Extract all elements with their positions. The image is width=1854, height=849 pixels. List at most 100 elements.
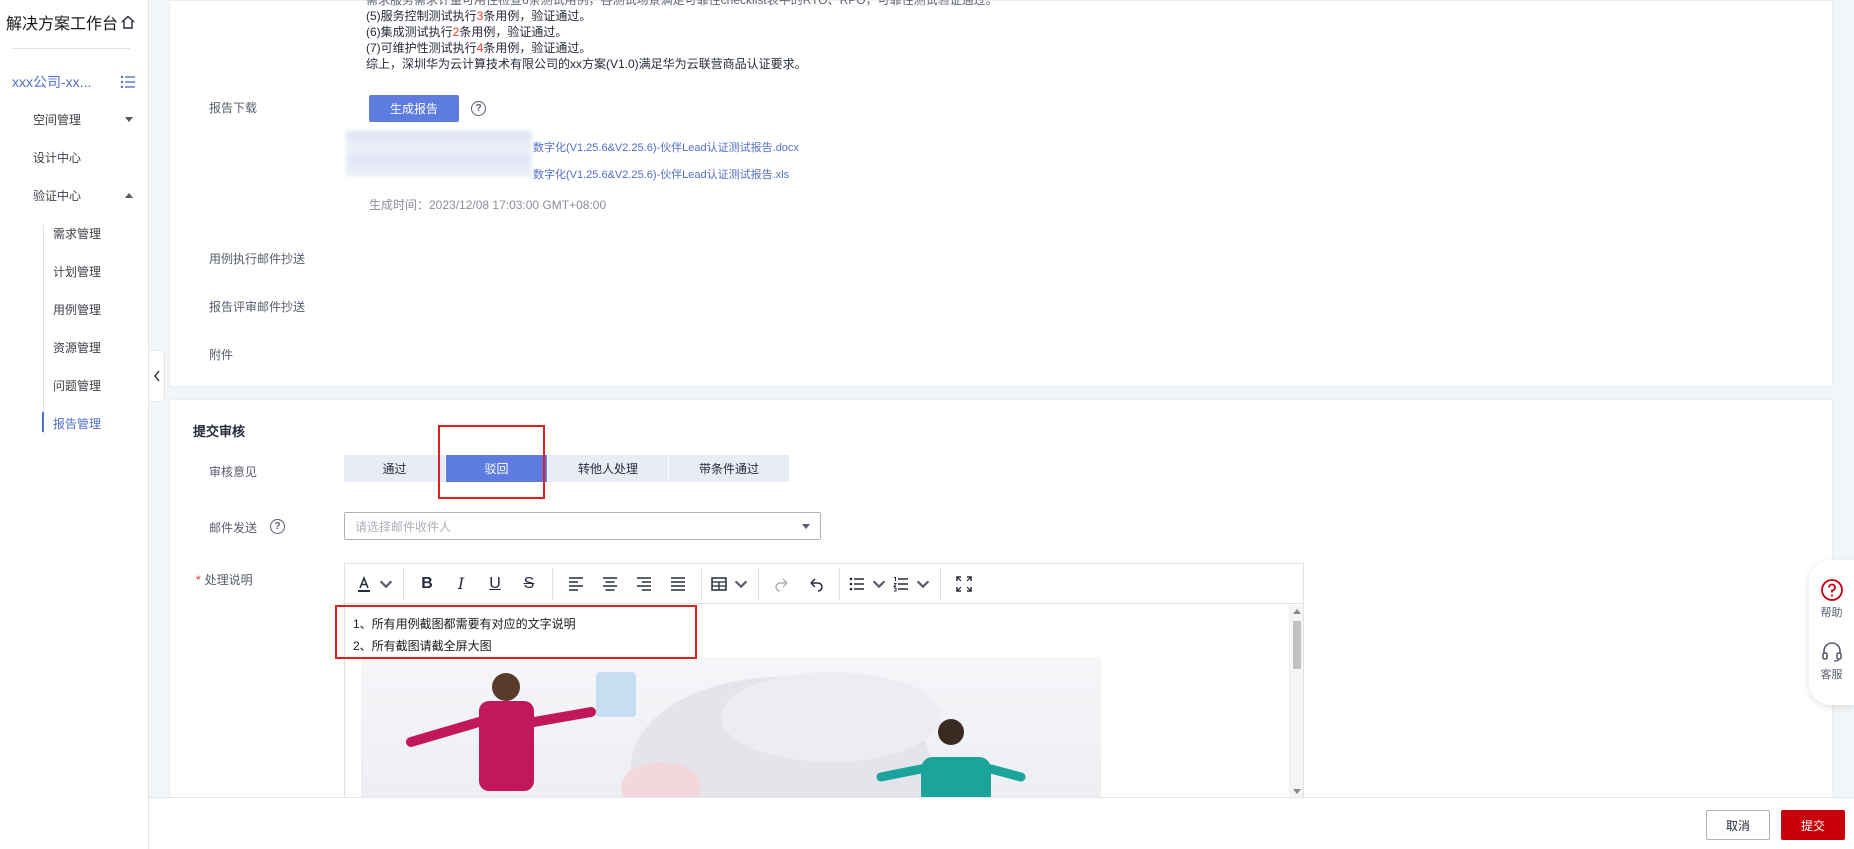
report-download-label: 报告下载: [209, 101, 258, 115]
chevron-down-icon: [916, 580, 930, 588]
rich-text-editor[interactable]: B I U S 1、所有用例截图都需要有对应的文字说明 2、所有截图请截全屏大图: [344, 563, 1304, 799]
required-asterisk: *: [196, 573, 201, 587]
project-name[interactable]: xxx公司-xx...: [12, 72, 91, 92]
redo-icon: [775, 577, 788, 592]
divider: [12, 48, 130, 49]
font-color-button[interactable]: [353, 564, 397, 604]
help-icon[interactable]: ?: [270, 519, 285, 534]
email-send-label: 邮件发送: [209, 521, 258, 535]
workbench-title-text: 解决方案工作台: [6, 16, 119, 33]
report-details-card: 需求服务需求计量可用性检查6条测试用例，各测试场景满足可靠性checklist表…: [169, 0, 1833, 387]
option-pass[interactable]: 通过: [344, 455, 445, 482]
test-summary: 需求服务需求计量可用性检查6条测试用例，各测试场景满足可靠性checklist表…: [366, 0, 998, 72]
help-shortcut[interactable]: 帮助: [1809, 578, 1854, 620]
align-right-button[interactable]: [627, 564, 661, 604]
sidebar-item-reports[interactable]: 报告管理: [53, 415, 101, 432]
chevron-up-icon: [125, 193, 133, 198]
editor-scrollbar[interactable]: [1289, 605, 1303, 798]
annotation-highlight-box: [335, 605, 697, 659]
toolbar-divider: [839, 567, 840, 600]
align-right-icon: [637, 576, 651, 591]
section-title: 提交审核: [193, 424, 246, 439]
workbench-title: 解决方案工作台: [6, 10, 136, 34]
project-selector[interactable]: xxx公司-xx...: [12, 72, 136, 92]
underline-button[interactable]: U: [478, 564, 512, 604]
question-circle-icon: [1820, 579, 1843, 601]
chevron-down-icon: [872, 580, 886, 588]
generate-report-button[interactable]: 生成报告: [369, 95, 459, 122]
chevron-down-icon: [125, 117, 133, 122]
numbered-list-button[interactable]: [890, 564, 934, 604]
summary-line: (6)集成测试执行2条用例，验证通过。: [366, 25, 568, 39]
action-footer: [149, 797, 1854, 849]
toolbar-divider: [403, 567, 404, 600]
nav-verification-center[interactable]: 验证中心: [33, 187, 133, 204]
submit-button[interactable]: 提交: [1781, 810, 1845, 840]
sidebar-item-requirements[interactable]: 需求管理: [53, 225, 101, 242]
nav-design-center[interactable]: 设计中心: [33, 149, 133, 166]
align-center-button[interactable]: [593, 564, 627, 604]
scroll-up-icon[interactable]: [1293, 609, 1301, 614]
annotation-highlight-box: [438, 425, 545, 499]
align-left-button[interactable]: [559, 564, 593, 604]
home-icon[interactable]: [120, 14, 136, 30]
bold-button[interactable]: B: [410, 564, 444, 604]
align-justify-button[interactable]: [661, 564, 695, 604]
floating-help-widget: 帮助 客服: [1809, 560, 1854, 705]
scrollbar-thumb[interactable]: [1293, 621, 1301, 669]
toolbar-divider: [758, 567, 759, 600]
summary-line: 需求服务需求计量可用性检查6条测试用例，各测试场景满足可靠性checklist表…: [366, 0, 998, 7]
scroll-down-icon[interactable]: [1293, 789, 1301, 794]
bold-icon: B: [421, 574, 433, 592]
headset-icon: [1821, 642, 1842, 662]
toolbar-divider: [701, 567, 702, 600]
option-conditional-pass[interactable]: 带条件通过: [669, 455, 789, 482]
summary-line: 综上，深圳华为云计算技术有限公司的xx方案(V1.0)满足华为云联营商品认证要求…: [366, 57, 807, 71]
review-email-cc-label: 报告评审邮件抄送: [209, 300, 306, 314]
cancel-button[interactable]: 取消: [1706, 810, 1770, 840]
nav-space-management[interactable]: 空间管理: [33, 111, 133, 128]
redo-button[interactable]: [765, 564, 799, 604]
active-indicator: [42, 412, 44, 432]
underline-icon: U: [489, 574, 501, 592]
handling-desc-label: * 处理说明: [196, 573, 253, 587]
nav-label: 设计中心: [33, 151, 82, 165]
undo-icon: [810, 577, 823, 592]
sidebar-item-resources[interactable]: 资源管理: [53, 339, 101, 356]
bullet-list-icon: [849, 577, 864, 590]
font-color-icon: [358, 575, 370, 592]
chevron-left-icon: [153, 370, 160, 382]
bullet-list-button[interactable]: [846, 564, 890, 604]
review-opinion-label: 审核意见: [209, 465, 258, 479]
attachment-label: 附件: [209, 348, 234, 362]
fullscreen-button[interactable]: [947, 564, 981, 604]
customer-service-shortcut[interactable]: 客服: [1809, 640, 1854, 682]
toolbar-divider: [552, 567, 553, 600]
email-recipient-select[interactable]: 请选择邮件收件人: [344, 512, 821, 540]
report-docx-link[interactable]: 数字化(V1.25.6&V2.25.6)-伙伴Lead认证测试报告.docx: [533, 139, 799, 155]
sidebar-item-plans[interactable]: 计划管理: [53, 263, 101, 280]
submenu-guide-line: [43, 225, 44, 435]
list-icon[interactable]: [120, 75, 136, 89]
toolbar-divider: [940, 567, 941, 600]
summary-line: (7)可维护性测试执行4条用例，验证通过。: [366, 41, 592, 55]
chevron-down-icon: [734, 580, 748, 588]
table-button[interactable]: [708, 564, 752, 604]
help-label: 帮助: [1820, 607, 1843, 619]
editor-toolbar: B I U S: [345, 564, 1303, 604]
sidebar-collapse-button[interactable]: [149, 350, 165, 402]
help-icon[interactable]: ?: [471, 101, 486, 116]
sidebar-item-cases[interactable]: 用例管理: [53, 301, 101, 318]
align-center-icon: [603, 576, 617, 591]
italic-button[interactable]: I: [444, 564, 478, 604]
service-label: 客服: [1820, 669, 1843, 681]
sidebar-item-issues[interactable]: 问题管理: [53, 377, 101, 394]
option-transfer[interactable]: 转他人处理: [548, 455, 668, 482]
blurred-filename-prefix: [346, 131, 532, 177]
table-icon: [711, 576, 727, 591]
case-email-cc-label: 用例执行邮件抄送: [209, 252, 306, 266]
report-xls-link[interactable]: 数字化(V1.25.6&V2.25.6)-伙伴Lead认证测试报告.xls: [533, 166, 789, 182]
nav-label: 空间管理: [33, 113, 82, 127]
strikethrough-button[interactable]: S: [512, 564, 546, 604]
undo-button[interactable]: [799, 564, 833, 604]
